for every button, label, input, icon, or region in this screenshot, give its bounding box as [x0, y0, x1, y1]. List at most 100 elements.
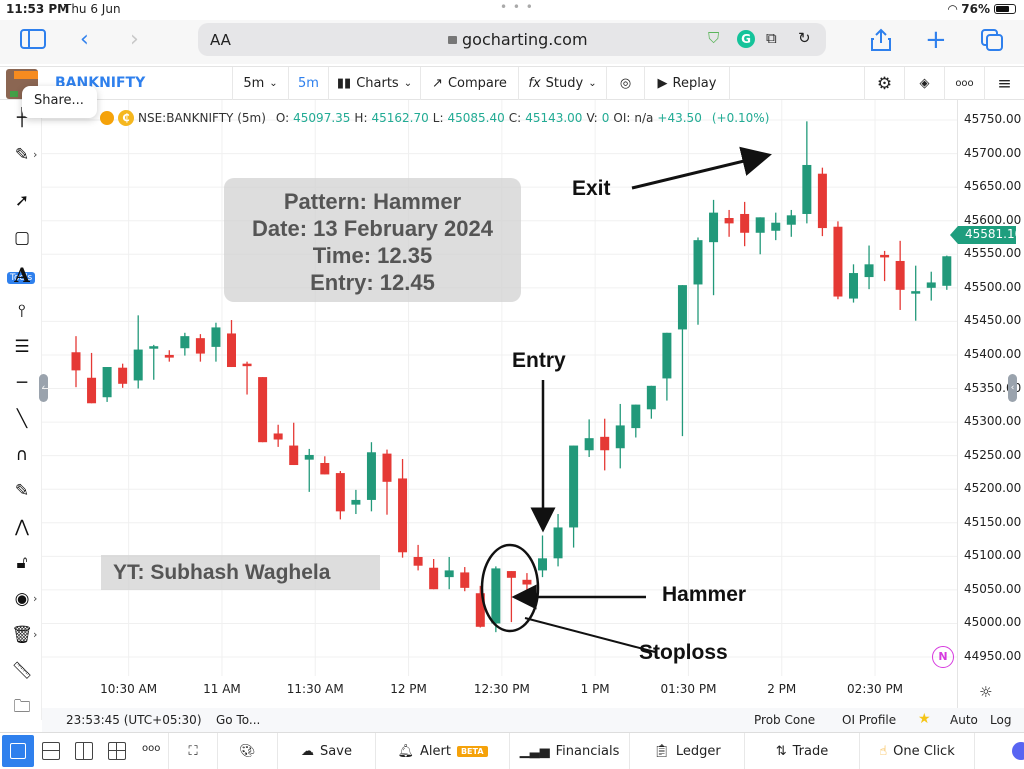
candle[interactable] — [942, 255, 952, 290]
horizontal-line-tool-icon[interactable]: ─ — [8, 370, 36, 396]
study-dropdown[interactable]: fx Study ⌄ — [518, 67, 606, 100]
tabs-overview-icon[interactable] — [980, 28, 1004, 58]
ruler-icon[interactable]: 📏︎ — [8, 658, 36, 684]
eye-icon[interactable]: ◉ — [8, 586, 36, 612]
trash-icon[interactable]: 🗑︎ — [8, 622, 36, 648]
new-tab-icon[interactable]: + — [925, 27, 947, 53]
discord-icon[interactable] — [1012, 742, 1024, 760]
back-icon[interactable]: ‹ — [80, 28, 89, 52]
candle[interactable] — [289, 422, 299, 466]
fibonacci-tool-icon[interactable]: ☰ — [8, 334, 36, 360]
financials-button[interactable]: ▁▃▅ Financials — [510, 733, 630, 769]
candle[interactable] — [631, 404, 641, 438]
candle[interactable] — [429, 558, 439, 590]
url-text[interactable]: gocharting.com — [448, 30, 588, 49]
candle[interactable] — [662, 332, 672, 401]
share-popup[interactable]: Share... — [22, 86, 97, 118]
candle[interactable] — [817, 167, 827, 237]
compass-tool-icon[interactable]: ⋀ — [8, 514, 36, 540]
candle[interactable] — [382, 449, 392, 515]
scale-settings-icon[interactable]: ☼ — [979, 683, 992, 701]
layers-button[interactable]: ◈ — [904, 67, 944, 100]
candle[interactable] — [771, 212, 781, 241]
chevron-right-icon[interactable]: › — [33, 628, 37, 641]
compare-button[interactable]: ↗ Compare — [420, 67, 518, 100]
candle[interactable] — [71, 336, 81, 388]
chevron-right-icon[interactable]: › — [33, 148, 37, 161]
rectangle-tool-icon[interactable]: ▢ — [8, 225, 36, 251]
candle[interactable] — [87, 352, 97, 404]
extension-puzzle-icon[interactable]: ⧉ — [766, 29, 777, 47]
layout-vertical-split-icon[interactable] — [75, 742, 93, 760]
auto-scale-button[interactable]: Auto — [950, 713, 978, 727]
candle[interactable] — [180, 332, 190, 356]
instagram-button[interactable]: ◎ — [606, 67, 644, 100]
interval-quick-button[interactable]: 5m — [288, 67, 328, 100]
watermark-box[interactable]: YT: Subhash Waghela — [101, 555, 380, 590]
candle[interactable] — [522, 573, 532, 600]
candle[interactable] — [366, 442, 376, 512]
shield-extension-icon[interactable]: ⛉ — [708, 29, 719, 47]
candle[interactable] — [755, 217, 765, 255]
candle[interactable] — [195, 334, 205, 362]
log-scale-button[interactable]: Log — [990, 713, 1011, 727]
candle[interactable] — [211, 322, 221, 362]
candle[interactable] — [569, 445, 579, 548]
share-icon[interactable] — [870, 28, 892, 58]
menu-button[interactable]: ≡ — [984, 67, 1024, 100]
candle[interactable] — [118, 363, 128, 388]
address-bar[interactable]: AA gocharting.com ⛉ G ⧉ ↻ — [198, 23, 826, 56]
candle[interactable] — [724, 209, 734, 237]
more-layouts-icon[interactable]: ooo — [142, 743, 160, 754]
layout-single-button[interactable] — [2, 735, 34, 767]
candle[interactable] — [133, 315, 143, 389]
candle[interactable] — [304, 448, 314, 492]
candle[interactable] — [833, 221, 843, 300]
sidebar-toggle-icon[interactable] — [20, 28, 46, 56]
candle[interactable] — [786, 209, 796, 237]
star-icon[interactable]: ★ — [918, 711, 931, 727]
template-folder-icon[interactable]: 🗀 — [8, 694, 36, 720]
candle[interactable] — [102, 367, 112, 402]
price-scale[interactable]: 45750.00 45700.00 45650.00 45600.00 45550.00… — [957, 100, 1024, 710]
trade-button[interactable]: ⇅ Trade — [745, 733, 860, 769]
pencil-tool-icon[interactable]: ✎ — [8, 142, 36, 168]
candle[interactable] — [740, 201, 750, 247]
candle[interactable] — [600, 418, 610, 471]
time-scale[interactable]: 10:30 AM 11 AM 11:30 AM 12 PM 12:30 PM 1 PM 01… — [42, 676, 957, 706]
candle[interactable] — [880, 250, 890, 282]
stoploss-label[interactable]: Stoploss — [639, 641, 728, 665]
candle[interactable] — [926, 271, 936, 301]
entry-label[interactable]: Entry — [512, 349, 566, 373]
alert-button[interactable]: 🔔︎ Alert BETA — [376, 733, 510, 769]
candle[interactable] — [584, 419, 594, 457]
candle[interactable] — [398, 458, 408, 558]
prob-cone-button[interactable]: Prob Cone — [754, 713, 815, 727]
more-button[interactable]: ooo — [944, 67, 984, 100]
candle[interactable] — [335, 471, 345, 520]
pattern-note-box[interactable]: Pattern: Hammer Date: 13 February 2024 T… — [224, 178, 521, 302]
layout-horizontal-split-icon[interactable] — [42, 742, 60, 760]
candle[interactable] — [413, 544, 423, 571]
goto-button[interactable]: Go To... — [216, 713, 260, 727]
candle[interactable] — [802, 121, 812, 224]
magnet-tool-icon[interactable]: ∩ — [8, 442, 36, 468]
reload-icon[interactable]: ↻ — [798, 29, 811, 47]
exit-label[interactable]: Exit — [572, 177, 611, 201]
candle[interactable] — [895, 240, 905, 310]
candle[interactable] — [709, 199, 719, 296]
pitchfork-tool-icon[interactable]: ⫯ — [8, 298, 36, 324]
unlock-icon[interactable]: 🔓︎ — [8, 550, 36, 576]
right-panel-handle[interactable]: ‹ — [1008, 374, 1017, 402]
candle[interactable] — [646, 385, 656, 419]
theme-button[interactable]: 🎨︎ — [218, 733, 278, 769]
candle[interactable] — [615, 403, 625, 469]
replay-button[interactable]: ▶ Replay — [644, 67, 730, 100]
candle[interactable] — [553, 514, 563, 567]
settings-button[interactable]: ⚙ — [864, 67, 904, 100]
candle[interactable] — [242, 361, 252, 395]
candle[interactable] — [864, 245, 874, 290]
fullscreen-button[interactable]: ⛶ — [168, 733, 218, 769]
ledger-button[interactable]: 📋︎ Ledger — [630, 733, 745, 769]
candle[interactable] — [227, 320, 236, 368]
